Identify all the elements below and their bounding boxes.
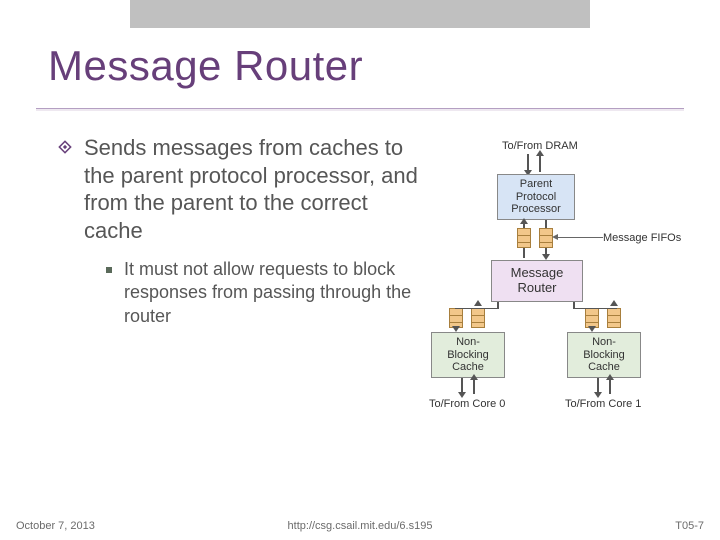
bullet-sub-row: It must not allow requests to block resp…	[106, 258, 428, 328]
fifo-cache0-r	[471, 308, 485, 328]
fifo-ppp-left	[517, 228, 531, 248]
top-decor-bar	[130, 0, 590, 28]
arrowhead-dram-up	[536, 150, 544, 156]
slide-title: Message Router	[48, 42, 363, 90]
slide: Message Router Sends messages from cache…	[0, 0, 720, 540]
arrowhead-ppp-to-fifo	[520, 218, 528, 224]
title-underline-shadow	[36, 109, 684, 111]
footer-date: October 7, 2013	[16, 520, 95, 532]
ah-core0-u	[470, 374, 478, 380]
ah-u2	[610, 300, 618, 306]
architecture-diagram: To/From DRAM Parent Protocol Processor M…	[427, 140, 712, 420]
conn-router-horiz-l	[455, 308, 499, 309]
ah-u1	[474, 300, 482, 306]
diamond-bullet-icon	[58, 140, 72, 154]
connector-ppp-fifo-r	[545, 220, 547, 228]
fifo-cache1-l	[585, 308, 599, 328]
fifo-label-pointer	[557, 237, 603, 238]
message-router-box: Message Router	[491, 260, 583, 302]
conn-router-horiz-r	[573, 308, 617, 309]
footer-url: http://csg.csail.mit.edu/6.s195	[288, 520, 433, 532]
parent-protocol-processor-box: Parent Protocol Processor	[497, 174, 575, 220]
core0-label: To/From Core 0	[429, 398, 505, 410]
fifo-cache1-r	[607, 308, 621, 328]
fifo-ppp-right	[539, 228, 553, 248]
core1-label: To/From Core 1	[565, 398, 641, 410]
fifo-cache0-l	[449, 308, 463, 328]
bullet-main-row: Sends messages from caches to the parent…	[58, 134, 428, 244]
cache0-box: Non- Blocking Cache	[431, 332, 505, 378]
fifo-label: Message FIFOs	[603, 232, 681, 244]
connector-fifo-router-l	[523, 248, 525, 258]
ah-core1-u	[606, 374, 614, 380]
arrow-core1-u	[609, 378, 611, 394]
footer-pageno: T05-7	[675, 520, 704, 532]
footer: October 7, 2013 http://csg.csail.mit.edu…	[0, 520, 720, 532]
arrow-core0-u	[473, 378, 475, 394]
square-bullet-icon	[106, 267, 112, 273]
bullet-sub-text: It must not allow requests to block resp…	[124, 258, 414, 328]
body-text: Sends messages from caches to the parent…	[58, 134, 428, 328]
bullet-main-text: Sends messages from caches to the parent…	[84, 134, 428, 244]
cache1-box: Non- Blocking Cache	[567, 332, 641, 378]
arrow-dram-up	[539, 154, 541, 172]
